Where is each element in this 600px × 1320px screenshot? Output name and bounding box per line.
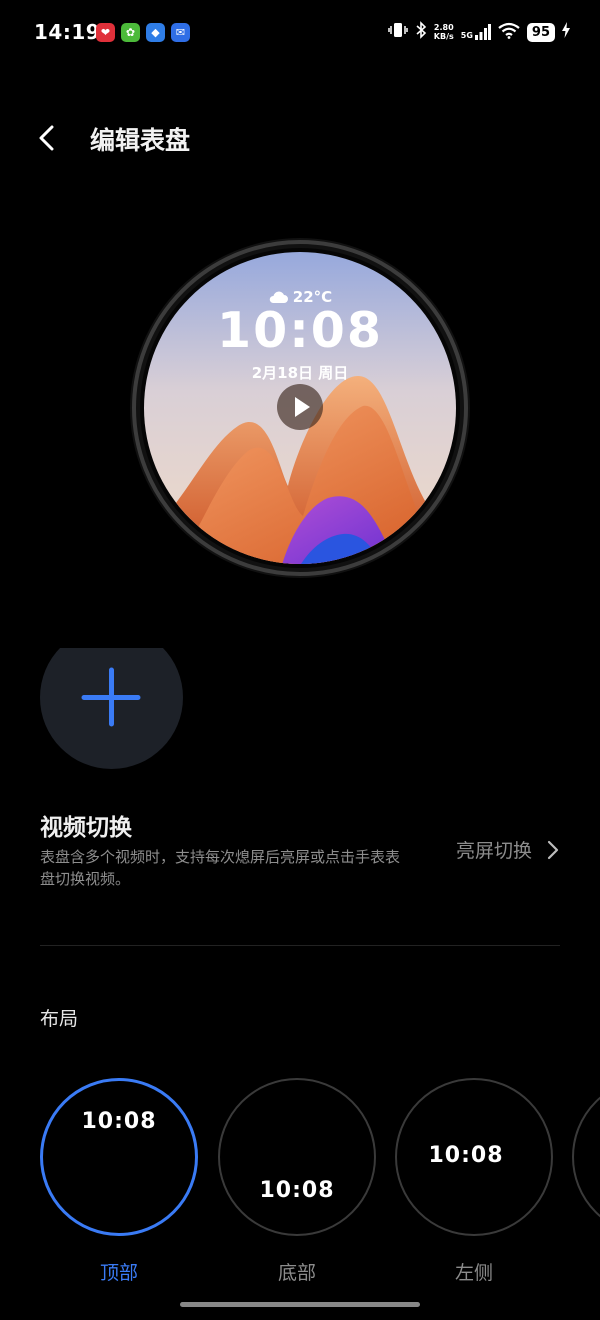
page-title: 编辑表盘 (90, 126, 191, 155)
video-switch-description: 表盘含多个视频时，支持每次熄屏后亮屏或点击手表表盘切换视频。 (40, 848, 401, 888)
wifi-icon (498, 22, 520, 43)
network-type: 5G (460, 31, 473, 40)
layout-option-top[interactable]: 10:08 (40, 1078, 198, 1236)
layout-option-partial[interactable] (572, 1078, 600, 1236)
layout-circle (218, 1078, 376, 1236)
layout-label-bottom[interactable]: 底部 (218, 1258, 376, 1285)
layout-label-top[interactable]: 顶部 (40, 1258, 198, 1285)
layout-preview-time: 10:08 (81, 1109, 157, 1134)
status-bar: 14:19 ❤ ✿ ◆ ✉ 2.80 KB/s 5G 95 (0, 0, 600, 66)
watch-time: 10:08 (217, 302, 383, 359)
back-button[interactable] (32, 122, 64, 154)
notification-icons: ❤ ✿ ◆ ✉ (96, 23, 190, 42)
status-time: 14:19 (34, 20, 101, 44)
signal-icon: 5G (461, 24, 491, 40)
layout-circle (572, 1078, 600, 1236)
layout-option-bottom[interactable]: 10:08 (218, 1078, 376, 1236)
status-indicators: 2.80 KB/s 5G 95 (388, 21, 570, 43)
divider (40, 945, 560, 946)
home-indicator[interactable] (180, 1302, 420, 1307)
video-switch-value-label: 亮屏切换 (455, 840, 532, 862)
play-button[interactable] (277, 384, 323, 430)
android-app-icon: ✿ (121, 23, 140, 42)
bluetooth-icon (415, 21, 427, 43)
layout-circle-selected (40, 1078, 198, 1236)
net-speed-value: 2.80 (433, 23, 454, 32)
battery-level: 95 (526, 22, 555, 42)
net-speed-unit: KB/s (433, 32, 454, 41)
charging-icon (562, 22, 570, 42)
layout-section-title: 布局 (40, 1008, 79, 1030)
video-switch-value[interactable]: 亮屏切换 (456, 836, 560, 863)
layout-preview-time: 10:08 (259, 1178, 335, 1203)
net-speed: 2.80 KB/s (434, 23, 454, 41)
vibrate-icon (388, 21, 408, 43)
layout-preview-time: 10:08 (428, 1143, 504, 1168)
chevron-right-icon (547, 840, 559, 859)
add-button-clip (0, 600, 600, 648)
watch-face-preview[interactable]: 22°C 10:08 2月18日 周日 (128, 236, 472, 580)
store-app-icon: ◆ (146, 23, 165, 42)
chevron-left-icon (39, 125, 54, 151)
watch-date: 2月18日 周日 (251, 364, 349, 382)
mail-app-icon: ✉ (171, 23, 190, 42)
layout-option-left[interactable]: 10:08 (395, 1078, 553, 1236)
heart-app-icon: ❤ (96, 23, 115, 42)
video-switch-title: 视频切换 (40, 815, 132, 841)
layout-label-left[interactable]: 左侧 (395, 1258, 553, 1285)
play-icon (295, 397, 310, 417)
video-switch-setting[interactable]: 视频切换 表盘含多个视频时，支持每次熄屏后亮屏或点击手表表盘切换视频。 亮屏切换 (0, 800, 600, 900)
header: 编辑表盘 (0, 110, 600, 166)
